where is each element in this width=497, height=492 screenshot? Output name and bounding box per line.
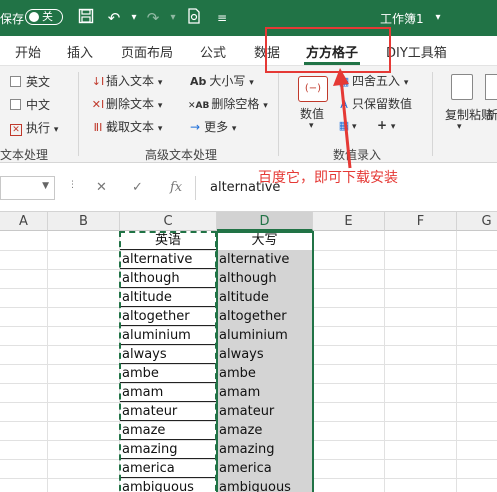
english-option[interactable]: 英文 (10, 73, 50, 90)
chevron-down-icon: ▾ (157, 101, 163, 111)
delete-text-button[interactable]: ✕Ⅰ 删除文本 ▾ (90, 95, 163, 112)
selection-box (216, 231, 314, 492)
ribbon-tabs: 开始 插入 页面布局 公式 数据 方方格子 DIY工具箱 (0, 36, 497, 66)
case-button[interactable]: Ab 大小写 ▾ (190, 72, 254, 89)
redo-icon[interactable]: ↷ (143, 8, 163, 28)
more-button[interactable]: → 更多 ▾ (190, 118, 236, 135)
execute-button[interactable]: ✕ 执行 ▾ (10, 119, 58, 136)
execute-label: 执行 (26, 121, 51, 135)
chevron-down-icon: ▼ (42, 181, 49, 191)
column-header-G[interactable]: G (457, 212, 497, 231)
title-dropdown-icon[interactable]: ▾ (428, 8, 448, 28)
annotation-text: 百度它，即可下载安装 (258, 170, 398, 186)
case-icon: Ab (190, 75, 207, 88)
delete-text-label: 删除文本 (106, 97, 155, 111)
autosave-label: 保存 (0, 12, 25, 26)
plus-icon: + (377, 118, 388, 132)
name-box[interactable]: ▼ (0, 176, 55, 200)
delete-spaces-button[interactable]: ✕AB 删除空格 ▾ (188, 95, 268, 112)
redo-dropdown-icon[interactable]: ▾ (163, 8, 183, 28)
chevron-down-icon: ▾ (390, 122, 396, 132)
insert-text-icon: ↓Ⅰ (91, 75, 105, 88)
column-header-E[interactable]: E (313, 212, 385, 231)
chevron-down-icon: ▾ (53, 125, 59, 135)
insert-text-button[interactable]: ↓Ⅰ 插入文本 ▾ (90, 72, 163, 89)
tab-page-layout[interactable]: 页面布局 (121, 42, 173, 61)
spreadsheet-grid[interactable]: A B C D E F G 英语 大写 alternative alternative… (0, 212, 497, 492)
ribbon: 英文 中文 ✕ 执行 ▾ 文本处理 ↓Ⅰ 插入文本 ▾ ✕Ⅰ 删除文本 ▾ ⅡⅠ 截取文… (0, 66, 497, 163)
toggle-knob (29, 12, 39, 22)
print-preview-icon[interactable] (184, 8, 204, 28)
extract-text-label: 截取文本 (106, 120, 155, 134)
case-label: 大小写 (209, 74, 246, 88)
chevron-down-icon: ▾ (457, 122, 462, 132)
formula-bar: ▼ ⋮ ✕ ✓ fx alternative (0, 163, 497, 212)
save-icon[interactable] (76, 8, 96, 28)
arrow-right-icon: → (190, 120, 201, 134)
document-title: 工作簿1 (380, 12, 424, 26)
confirm-icon[interactable]: ✓ (132, 180, 143, 195)
column-gridline (456, 231, 457, 492)
chevron-down-icon: ▾ (231, 124, 237, 134)
numeric-value-button[interactable]: 数值 (300, 105, 324, 122)
tab-diy-toolbox[interactable]: DIY工具箱 (386, 42, 447, 61)
execute-icon: ✕ (10, 124, 22, 136)
fx-icon[interactable]: fx (170, 180, 182, 195)
annotation-arrow (333, 68, 352, 169)
chinese-label: 中文 (26, 98, 51, 112)
more-dots-icon: ⋮ (68, 180, 78, 190)
text-group-label: 文本处理 (0, 148, 49, 162)
group-divider (78, 72, 79, 156)
extract-text-button[interactable]: ⅡⅠ 截取文本 ▾ (90, 118, 163, 135)
column-gridline (384, 231, 385, 492)
chinese-checkbox[interactable] (10, 99, 21, 110)
group-divider (432, 72, 433, 156)
tab-home[interactable]: 开始 (15, 42, 41, 61)
column-header-B[interactable]: B (48, 212, 120, 231)
chevron-down-icon: ▾ (249, 78, 254, 88)
more-label: 更多 (204, 120, 229, 134)
cancel-icon[interactable]: ✕ (96, 180, 107, 195)
column-header-A[interactable]: A (0, 212, 48, 231)
new-button[interactable]: 新 (486, 106, 497, 123)
chevron-down-icon: ▾ (403, 78, 409, 88)
column-header-D[interactable]: D (217, 212, 313, 231)
delete-spaces-label: 删除空格 (211, 97, 260, 111)
delete-spaces-icon: ✕AB (188, 101, 210, 111)
extract-text-icon: ⅡⅠ (93, 121, 103, 134)
undo-dropdown-icon[interactable]: ▾ (124, 8, 144, 28)
column-header-C[interactable]: C (120, 212, 217, 231)
numeric-value-icon: (−) (298, 76, 328, 102)
title-bar: 保存 关 ↶ ▾ ↷ ▾ ≡ 工作簿1 ▾ (0, 0, 497, 36)
plus-button[interactable]: + ▾ (377, 118, 395, 132)
column-header-F[interactable]: F (385, 212, 457, 231)
chevron-down-icon: ▾ (157, 78, 163, 88)
copy-marquee (119, 231, 217, 492)
insert-text-label: 插入文本 (106, 74, 155, 88)
new-icon (485, 74, 497, 100)
delete-text-icon: ✕Ⅰ (91, 98, 105, 111)
chevron-down-icon: ▾ (309, 121, 314, 131)
group-divider (278, 72, 279, 156)
english-label: 英文 (26, 75, 51, 89)
chinese-option[interactable]: 中文 (10, 96, 50, 113)
customize-toolbar-icon[interactable]: ≡ (212, 8, 232, 28)
chevron-down-icon: ▾ (263, 101, 268, 111)
clipboard-icon (451, 74, 473, 100)
column-gridline (47, 231, 48, 492)
english-checkbox[interactable] (10, 76, 21, 87)
autosave-state: 关 (42, 10, 53, 23)
undo-icon[interactable]: ↶ (104, 8, 124, 28)
highlight-box (265, 27, 391, 73)
autosave-toggle[interactable]: 关 (25, 9, 63, 25)
chevron-down-icon: ▾ (157, 124, 163, 134)
tab-insert[interactable]: 插入 (67, 42, 93, 61)
tab-formulas[interactable]: 公式 (200, 42, 226, 61)
advanced-group-label: 高级文本处理 (145, 148, 218, 162)
